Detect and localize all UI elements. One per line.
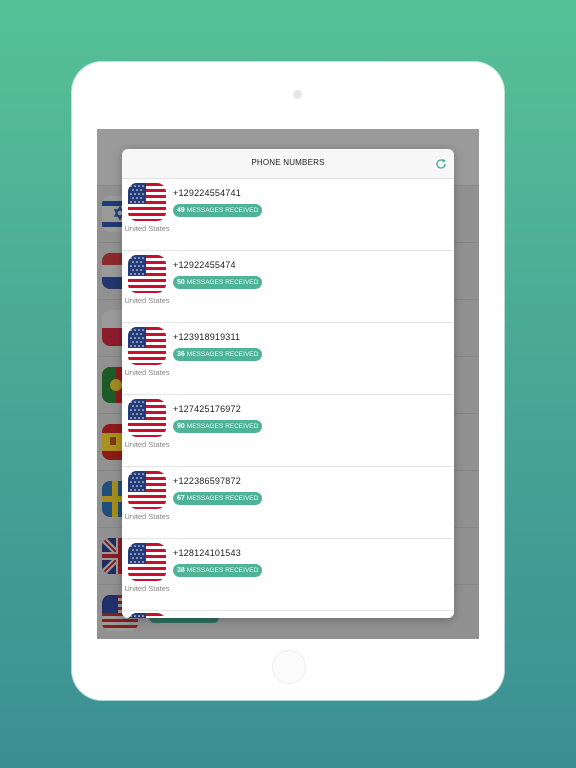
phone-number-row[interactable]: United States +12922455474 50 MESSAGES RE… <box>122 251 454 323</box>
phone-number: +127425176972 <box>173 404 241 414</box>
phone-number: +123918919311 <box>173 332 241 342</box>
us-flag-icon <box>128 543 166 581</box>
phone-number: +122386597872 <box>173 476 241 486</box>
country-label: United States <box>124 584 170 593</box>
badge-label: MESSAGES RECEIVED <box>186 567 259 574</box>
modal-title: PHONE NUMBERS <box>251 158 325 167</box>
phone-number-list: United States +129224554741 49 MESSAGES R… <box>122 179 454 618</box>
phone-number-row[interactable]: United States +127425176972 90 MESSAGES R… <box>122 395 454 467</box>
country-label: United States <box>124 224 170 233</box>
us-flag-icon <box>128 399 166 437</box>
badge-label: MESSAGES RECEIVED <box>186 423 259 430</box>
messages-received-badge: 90 MESSAGES RECEIVED <box>173 420 263 433</box>
phone-number: +129224554741 <box>173 188 241 198</box>
message-count: 50 <box>177 279 185 286</box>
camera <box>293 90 302 99</box>
us-flag-icon <box>128 327 166 365</box>
phone-number: +12922455474 <box>173 260 236 270</box>
phone-number-row[interactable]: United States +122386597872 67 MESSAGES R… <box>122 467 454 539</box>
phone-number-row[interactable]: United States +123918919311 36 MESSAGES R… <box>122 323 454 395</box>
badge-label: MESSAGES RECEIVED <box>186 351 259 358</box>
messages-received-badge: 67 MESSAGES RECEIVED <box>173 492 263 505</box>
message-count: 67 <box>177 495 185 502</box>
country-label: United States <box>124 512 170 521</box>
message-count: 38 <box>177 567 185 574</box>
us-flag-icon <box>128 255 166 293</box>
phone-numbers-modal: PHONE NUMBERS United States +12922455474… <box>122 149 454 618</box>
phone-number: +128124101543 <box>173 548 241 558</box>
badge-label: MESSAGES RECEIVED <box>186 495 259 502</box>
messages-received-badge: 49 MESSAGES RECEIVED <box>173 204 263 217</box>
phone-number-row-partial <box>122 611 454 618</box>
messages-received-badge: 36 MESSAGES RECEIVED <box>173 348 263 361</box>
message-count: 49 <box>177 207 185 214</box>
country-label: United States <box>124 440 170 449</box>
country-label: United States <box>124 368 170 377</box>
home-button[interactable] <box>272 650 306 684</box>
message-count: 90 <box>177 423 185 430</box>
phone-number-row[interactable]: United States +129224554741 49 MESSAGES R… <box>122 179 454 251</box>
messages-received-badge: 38 MESSAGES RECEIVED <box>173 564 263 577</box>
us-flag-icon <box>128 183 166 221</box>
country-label: United States <box>124 296 170 305</box>
refresh-icon[interactable] <box>435 157 447 169</box>
badge-label: MESSAGES RECEIVED <box>186 279 259 286</box>
phone-number-row[interactable]: United States +128124101543 38 MESSAGES R… <box>122 539 454 611</box>
modal-header: PHONE NUMBERS <box>122 149 454 179</box>
us-flag-icon <box>128 613 166 618</box>
message-count: 36 <box>177 351 185 358</box>
messages-received-badge: 50 MESSAGES RECEIVED <box>173 276 263 289</box>
badge-label: MESSAGES RECEIVED <box>186 207 259 214</box>
us-flag-icon <box>128 471 166 509</box>
